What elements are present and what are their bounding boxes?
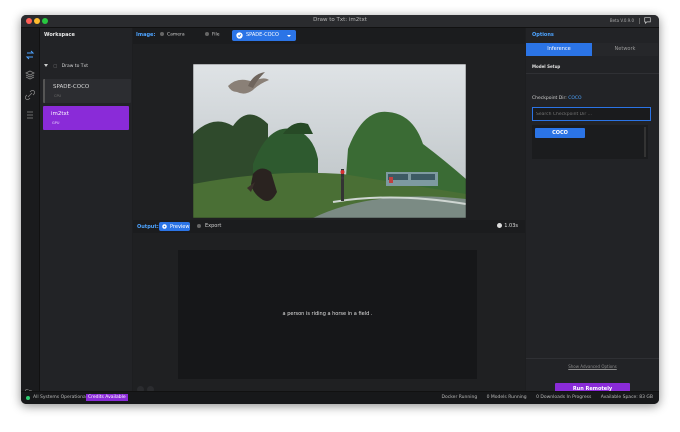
radio-icon — [160, 32, 164, 36]
main-panel: Image: Camera File SPADE-COCO Output: Pr… — [133, 28, 525, 393]
model-card-spade-coco[interactable]: SPADE-COCO CPU — [43, 79, 131, 103]
checkpoint-option-coco[interactable]: COCO — [535, 128, 585, 138]
preview-button[interactable]: Preview — [159, 222, 190, 231]
status-dot-icon — [26, 396, 30, 400]
output-toolbar: Output: Preview Export 1.03s — [133, 220, 525, 233]
layers-icon[interactable] — [25, 70, 35, 80]
version-label: Beta V.0.9.0 — [609, 18, 634, 23]
image-toolbar: Image: Camera File SPADE-COCO — [133, 28, 525, 44]
models-status: 0 Models Running — [486, 395, 527, 400]
titlebar-divider — [639, 18, 640, 24]
space-status: Available Space: 83 GB — [600, 395, 653, 400]
window-title: Draw to Txt: im2txt — [313, 17, 367, 23]
checkpoint-list: COCO — [532, 125, 648, 159]
radio-icon — [205, 32, 209, 36]
camera-label: Camera — [167, 32, 185, 38]
checkpoint-search-input[interactable] — [532, 107, 651, 121]
list-scrollbar[interactable] — [644, 127, 646, 157]
model-card-im2txt[interactable]: im2txt GPU — [43, 106, 129, 130]
model-card-name: SPADE-COCO — [53, 84, 90, 90]
chevron-down-icon — [287, 35, 291, 37]
group-label: Draw to Txt — [61, 64, 88, 69]
selected-model-label: SPADE-COCO — [246, 32, 279, 38]
check-circle-icon — [236, 32, 243, 39]
camera-radio[interactable]: Camera — [160, 32, 185, 38]
options-divider — [526, 358, 659, 359]
model-setup-heading: Model Setup — [532, 64, 561, 69]
inference-time: 1.03s — [497, 223, 518, 229]
group-icon: □ — [53, 63, 58, 68]
show-advanced-link[interactable]: Show Advanced Options — [526, 364, 659, 369]
image-label: Image: — [136, 32, 156, 38]
icon-rail: Go — [21, 28, 40, 395]
list-icon[interactable] — [25, 110, 35, 120]
output-label: Output: — [137, 224, 159, 230]
checkpoint-label: Checkpoint Dir: — [532, 96, 567, 101]
section-divider — [526, 73, 659, 74]
clock-icon — [497, 223, 503, 228]
tab-network[interactable]: Network — [592, 43, 658, 56]
workspace-sidebar: Workspace □ Draw to Txt SPADE-COCO CPU i… — [40, 28, 132, 391]
generated-caption: a person is riding a horse in a field . — [282, 311, 373, 317]
model-select[interactable]: SPADE-COCO — [232, 30, 296, 41]
file-label: File — [212, 32, 220, 38]
text-output-area: a person is riding a horse in a field . — [178, 250, 477, 379]
credits-badge[interactable]: Credits Available — [86, 394, 128, 401]
export-radio[interactable]: Export — [197, 223, 221, 229]
model-card-device: GPU — [52, 121, 60, 125]
system-status: All Systems Operational — [33, 395, 87, 400]
app-window: Draw to Txt: im2txt Beta V.0.9.0 Go Work… — [21, 15, 659, 404]
input-image-area — [133, 44, 525, 218]
title-bar: Draw to Txt: im2txt Beta V.0.9.0 — [21, 15, 659, 28]
options-heading: Options — [532, 32, 554, 38]
link-icon[interactable] — [25, 90, 35, 100]
file-radio[interactable]: File — [205, 32, 220, 38]
chevron-down-icon — [44, 64, 48, 67]
options-panel: Options Inference Network Model Setup Ch… — [526, 28, 659, 396]
status-right: Docker Running 0 Models Running 0 Downlo… — [434, 395, 653, 400]
workspace-heading: Workspace — [44, 32, 75, 38]
checkpoint-dir: Checkpoint Dir: COCO — [532, 96, 582, 101]
model-card-name: im2txt — [51, 111, 69, 117]
docker-status: Docker Running — [441, 395, 478, 400]
workspace-group[interactable]: □ Draw to Txt — [44, 63, 88, 69]
export-label: Export — [205, 223, 222, 229]
inference-time-value: 1.03s — [504, 223, 518, 229]
chat-icon[interactable] — [644, 17, 651, 24]
downloads-status: 0 Downloads In Progress — [536, 395, 592, 400]
swap-icon[interactable] — [25, 50, 35, 60]
radio-icon — [197, 223, 201, 228]
checkpoint-value: COCO — [568, 96, 582, 101]
eye-icon — [162, 224, 167, 229]
model-card-device: CPU — [54, 94, 62, 98]
tab-inference[interactable]: Inference — [526, 43, 592, 56]
input-image — [193, 64, 466, 218]
preview-label: Preview — [170, 223, 190, 230]
status-bar: All Systems Operational Credits Availabl… — [21, 391, 659, 404]
